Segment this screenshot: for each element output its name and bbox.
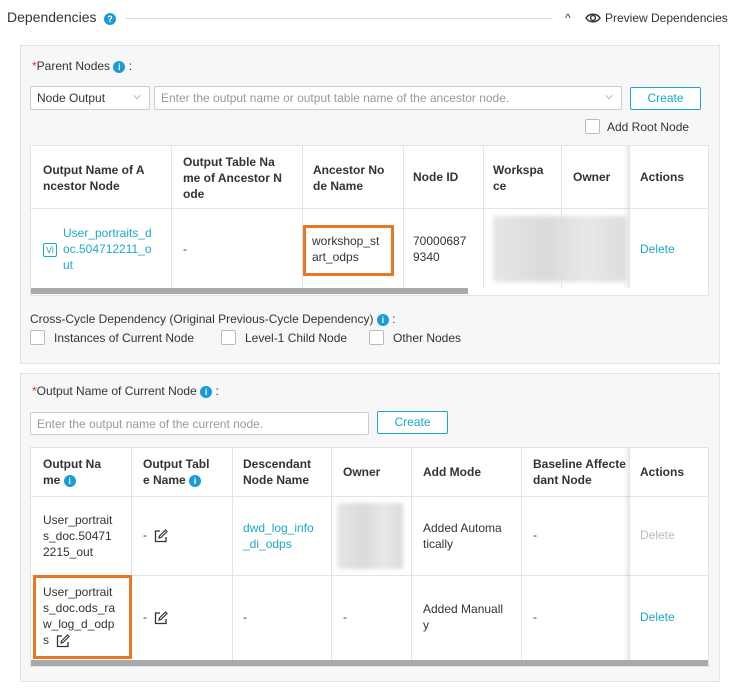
input-placeholder: Enter the output name or output table na… [161, 91, 510, 105]
current-output-table: Output Na me i Output Tabl e Name i Desc… [30, 447, 709, 667]
level1-child-node-checkbox[interactable] [221, 330, 236, 345]
current-output-label: *Output Name of Current Node i : [32, 384, 219, 398]
col-header-actions: Actions [640, 170, 685, 184]
output-table-value: - [183, 242, 187, 256]
node-id-value: 70000687 9340 [413, 234, 467, 264]
vi-badge: Vi [43, 241, 57, 257]
help-icon[interactable]: ? [104, 13, 116, 25]
chevron-down-icon: ⌵ [133, 91, 141, 102]
info-icon[interactable]: i [63, 474, 76, 487]
descendant-node-link[interactable]: dwd_log_info _di_odps [243, 520, 314, 552]
col-header-ancestor-name: Ancestor No de Name [313, 163, 385, 193]
add-root-node-checkbox[interactable] [585, 119, 600, 134]
add-root-node-label: Add Root Node [607, 120, 690, 134]
info-icon[interactable]: i [189, 474, 202, 487]
add-mode-cell: Added Automa tically [423, 521, 502, 551]
horizontal-scrollbar[interactable] [31, 660, 708, 666]
col-header-output-table: Output Tabl e Name i [143, 457, 210, 487]
create-output-button[interactable]: Create [377, 411, 448, 434]
info-icon[interactable]: i [200, 385, 213, 398]
redacted-owner [337, 503, 403, 569]
instances-current-node-label: Instances of Current Node [54, 331, 195, 345]
eye-icon[interactable] [585, 11, 601, 25]
edit-icon[interactable] [154, 528, 169, 543]
parent-nodes-label: *Parent Nodes i : [32, 59, 133, 73]
input-placeholder: Enter the output name of the current nod… [37, 417, 264, 431]
instances-current-node-checkbox[interactable] [30, 330, 45, 345]
cross-cycle-label: Cross-Cycle Dependency (Original Previou… [30, 312, 396, 326]
divider [125, 18, 553, 19]
horizontal-scrollbar[interactable] [31, 288, 468, 294]
col-header-add-mode: Add Mode [423, 465, 481, 479]
parent-nodes-table: Output Name of Ancestor Node Output Tabl… [30, 145, 709, 296]
ancestor-search-input[interactable]: Enter the output name or output table na… [154, 86, 622, 110]
col-header-node-id: Node ID [413, 170, 459, 184]
delete-link-disabled: Delete [640, 528, 675, 542]
output-table-cell: - [143, 609, 169, 625]
redacted-info [493, 216, 627, 282]
edit-icon[interactable] [154, 610, 169, 625]
col-header-output-table: Output Table Na me of Ancestor Node [183, 155, 282, 201]
info-icon[interactable]: i [376, 313, 389, 326]
descendant-cell: - [243, 610, 247, 624]
collapse-chevron-icon[interactable]: ^ [565, 11, 571, 25]
baseline-cell: - [533, 528, 537, 542]
section-title: Dependencies [7, 9, 97, 25]
col-header-output-name: Output Na me i [43, 457, 101, 487]
delete-link[interactable]: Delete [640, 241, 675, 257]
other-nodes-checkbox[interactable] [369, 330, 384, 345]
ancestor-output-link[interactable]: User_portraits_d oc.504712211_o ut [63, 225, 152, 273]
delete-link[interactable]: Delete [640, 609, 675, 625]
other-nodes-label: Other Nodes [393, 331, 462, 345]
owner-cell: - [343, 610, 347, 624]
create-parent-button[interactable]: Create [630, 87, 701, 110]
chevron-down-icon: ⌵ [605, 91, 613, 102]
preview-dependencies-link[interactable]: Preview Dependencies [605, 11, 728, 25]
highlight-box [33, 575, 132, 659]
current-output-input[interactable]: Enter the output name of the current nod… [30, 412, 369, 435]
col-header-descendant: Descendant Node Name [243, 457, 312, 487]
level1-child-node-label: Level-1 Child Node [245, 331, 348, 345]
baseline-cell: - [533, 610, 537, 624]
highlight-box [303, 225, 394, 276]
col-header-owner: Owner [573, 170, 611, 184]
col-header-output-name: Output Name of Ancestor Node [43, 163, 145, 193]
output-type-select[interactable]: Node Output ⌵ [30, 86, 150, 110]
add-mode-cell: Added Manuall y [423, 602, 504, 632]
col-header-workspace: Workspa ce [493, 163, 544, 193]
col-header-actions: Actions [640, 465, 685, 479]
info-icon[interactable]: i [113, 60, 126, 73]
col-header-baseline: Baseline Affecte dant Node [533, 457, 626, 487]
output-name-cell: User_portrait s_doc.50471 2215_out [43, 513, 113, 559]
col-header-owner: Owner [343, 465, 381, 479]
select-value: Node Output [37, 91, 106, 105]
output-table-cell: - [143, 527, 169, 543]
